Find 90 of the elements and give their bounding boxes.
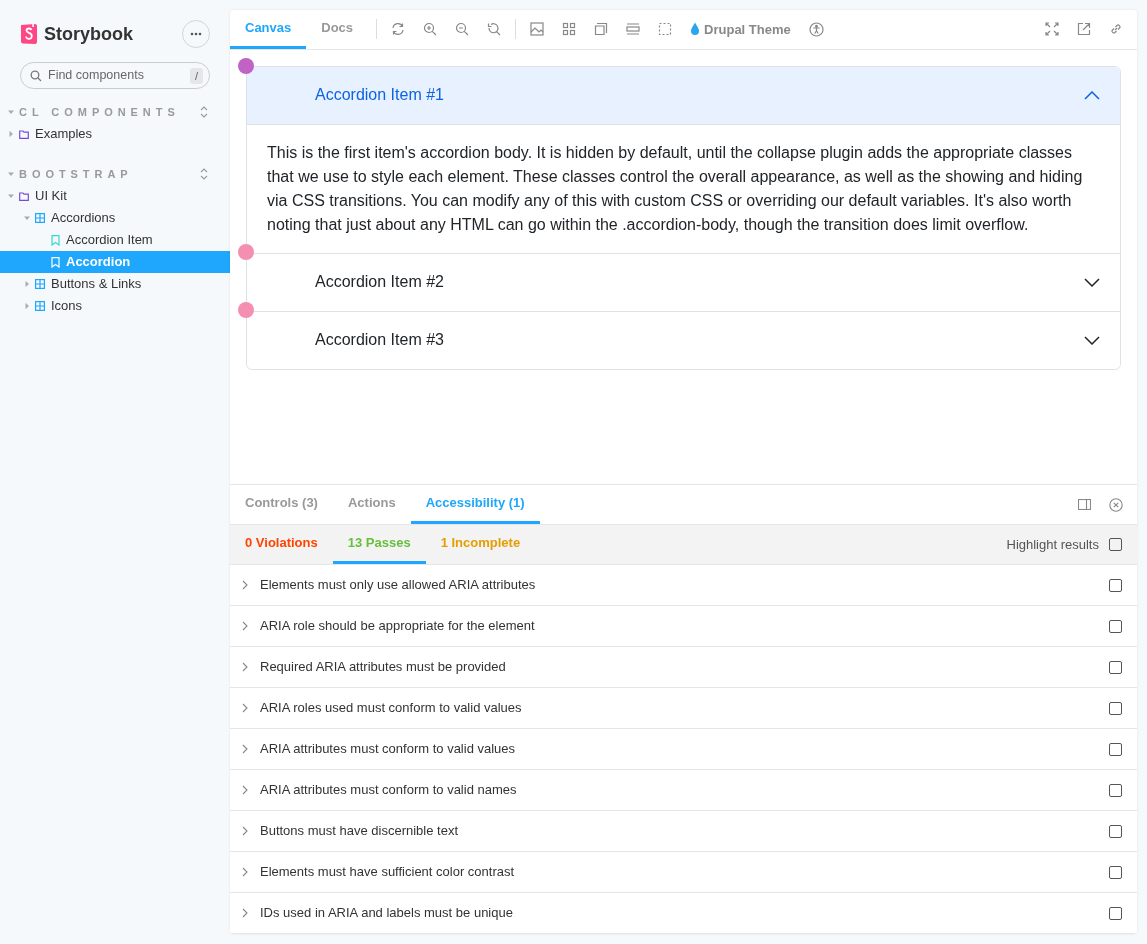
addon-tab[interactable]: Actions xyxy=(332,485,411,524)
expand-collapse-icon xyxy=(200,106,208,118)
image-icon[interactable] xyxy=(530,22,545,37)
chevron-right-icon[interactable] xyxy=(242,744,248,754)
search-input[interactable]: Find components xyxy=(48,66,184,85)
rule-label: Required ARIA attributes must be provided xyxy=(260,658,507,677)
fullscreen-icon[interactable] xyxy=(1045,22,1059,37)
zoom-out-icon[interactable] xyxy=(455,22,470,37)
section-header[interactable]: BOOTSTRAP xyxy=(0,163,230,185)
rule-checkbox[interactable] xyxy=(1109,865,1122,879)
rule-label: ARIA attributes must conform to valid values xyxy=(260,740,517,759)
close-icon[interactable] xyxy=(1109,497,1123,512)
rule-label: ARIA roles used must conform to valid values xyxy=(260,699,523,718)
accordion-body: This is the first item's accordion body. It is hidden by default, until the collapse plugin adds the appropriate classes that we use to style each element. These classes control the overall appearance, as well as the showing and hiding via CSS transitions. You can modify any of this with custom CSS or overriding our default variables. It's also worth noting that just about any HTML can go within the .accordion-body, though the transition does limit overflow. xyxy=(266,142,1084,235)
canvas-tab[interactable]: Docs xyxy=(306,10,369,49)
bookmark-icon xyxy=(51,234,60,246)
rule-label: Elements must only use allowed ARIA attributes xyxy=(260,576,537,595)
expand-collapse-icon xyxy=(200,168,208,180)
folder-item[interactable]: UI Kit xyxy=(0,185,230,207)
shortcut-key: / xyxy=(189,67,203,84)
new-tab-icon[interactable] xyxy=(1077,22,1091,37)
brand-name: Storybook xyxy=(44,22,133,46)
folder-icon xyxy=(19,129,29,139)
addon-tab[interactable]: Controls (3) xyxy=(230,485,333,524)
canvas-tab[interactable]: Canvas xyxy=(230,10,307,49)
component-icon xyxy=(35,213,45,223)
folder-item[interactable]: Examples xyxy=(0,123,230,145)
rule-label: ARIA role should be appropriate for the element xyxy=(260,617,536,636)
chevron-right-icon[interactable] xyxy=(242,867,248,877)
rule-checkbox[interactable] xyxy=(1109,824,1122,838)
rule-checkbox[interactable] xyxy=(1109,578,1122,592)
caret-icon xyxy=(8,131,14,137)
panel-layout-icon[interactable] xyxy=(1078,499,1091,510)
outline-icon[interactable] xyxy=(658,22,673,37)
zoom-reset-icon[interactable] xyxy=(487,22,502,37)
drop-icon xyxy=(690,22,701,37)
storybook-logo-icon xyxy=(20,23,38,45)
search-icon xyxy=(30,69,42,82)
highlight-label: Highlight results xyxy=(1006,535,1099,554)
highlight-checkbox[interactable] xyxy=(1109,538,1122,551)
frame-icon[interactable] xyxy=(594,22,609,37)
chevron-right-icon[interactable] xyxy=(242,621,248,631)
chevron-right-icon[interactable] xyxy=(242,580,248,590)
search-field[interactable]: Find components / xyxy=(20,62,210,89)
result-tab[interactable]: 13 Passes xyxy=(332,525,426,564)
refresh-icon[interactable] xyxy=(391,22,406,37)
rule-label: ARIA attributes must conform to valid names xyxy=(260,781,518,800)
folder-icon xyxy=(19,191,29,201)
rule-checkbox[interactable] xyxy=(1109,660,1122,674)
ruler-icon[interactable] xyxy=(626,22,641,37)
rule-label: Buttons must have discernible text xyxy=(260,822,459,841)
chevron-right-icon[interactable] xyxy=(242,703,248,713)
rule-checkbox[interactable] xyxy=(1109,783,1122,797)
chevron-right-icon[interactable] xyxy=(242,785,248,795)
rule-label: IDs used in ARIA and labels must be unique xyxy=(260,904,514,923)
chevron-icon xyxy=(1084,90,1100,100)
chevron-right-icon[interactable] xyxy=(242,826,248,836)
result-tab[interactable]: 0 Violations xyxy=(230,525,333,564)
link-icon[interactable] xyxy=(1109,22,1123,37)
section-header[interactable]: CL COMPONENTS xyxy=(0,101,230,123)
story-item[interactable]: Accordion Item xyxy=(0,229,230,251)
caret-icon xyxy=(8,193,14,199)
component-icon xyxy=(35,301,45,311)
story-item[interactable]: Accordion xyxy=(0,251,230,273)
rule-checkbox[interactable] xyxy=(1109,701,1122,715)
accessibility-icon[interactable] xyxy=(808,21,824,37)
chevron-icon xyxy=(1084,277,1100,287)
chevron-right-icon[interactable] xyxy=(242,908,248,918)
zoom-in-icon[interactable] xyxy=(423,22,438,37)
caret-icon xyxy=(8,109,14,115)
caret-icon xyxy=(8,171,14,177)
chevron-icon xyxy=(1084,335,1100,345)
caret-icon xyxy=(24,281,30,287)
chevron-right-icon[interactable] xyxy=(242,662,248,672)
component-item[interactable]: Accordions xyxy=(0,207,230,229)
theme-button[interactable]: Drupal Theme xyxy=(690,19,791,40)
accordion-header[interactable]: Accordion Item #1 xyxy=(247,66,1120,125)
caret-icon xyxy=(24,303,30,309)
grid-icon[interactable] xyxy=(562,22,577,37)
result-tab[interactable]: 1 Incomplete xyxy=(425,525,536,564)
component-item[interactable]: Icons xyxy=(0,295,230,317)
ellipsis-icon xyxy=(190,32,202,36)
rule-checkbox[interactable] xyxy=(1109,742,1122,756)
rule-label: Elements must have sufficient color contrast xyxy=(260,863,516,882)
component-icon xyxy=(35,279,45,289)
component-item[interactable]: Buttons & Links xyxy=(0,273,230,295)
caret-icon xyxy=(24,215,30,221)
rule-checkbox[interactable] xyxy=(1109,906,1122,920)
rule-checkbox[interactable] xyxy=(1109,619,1122,633)
bookmark-icon xyxy=(51,256,60,268)
